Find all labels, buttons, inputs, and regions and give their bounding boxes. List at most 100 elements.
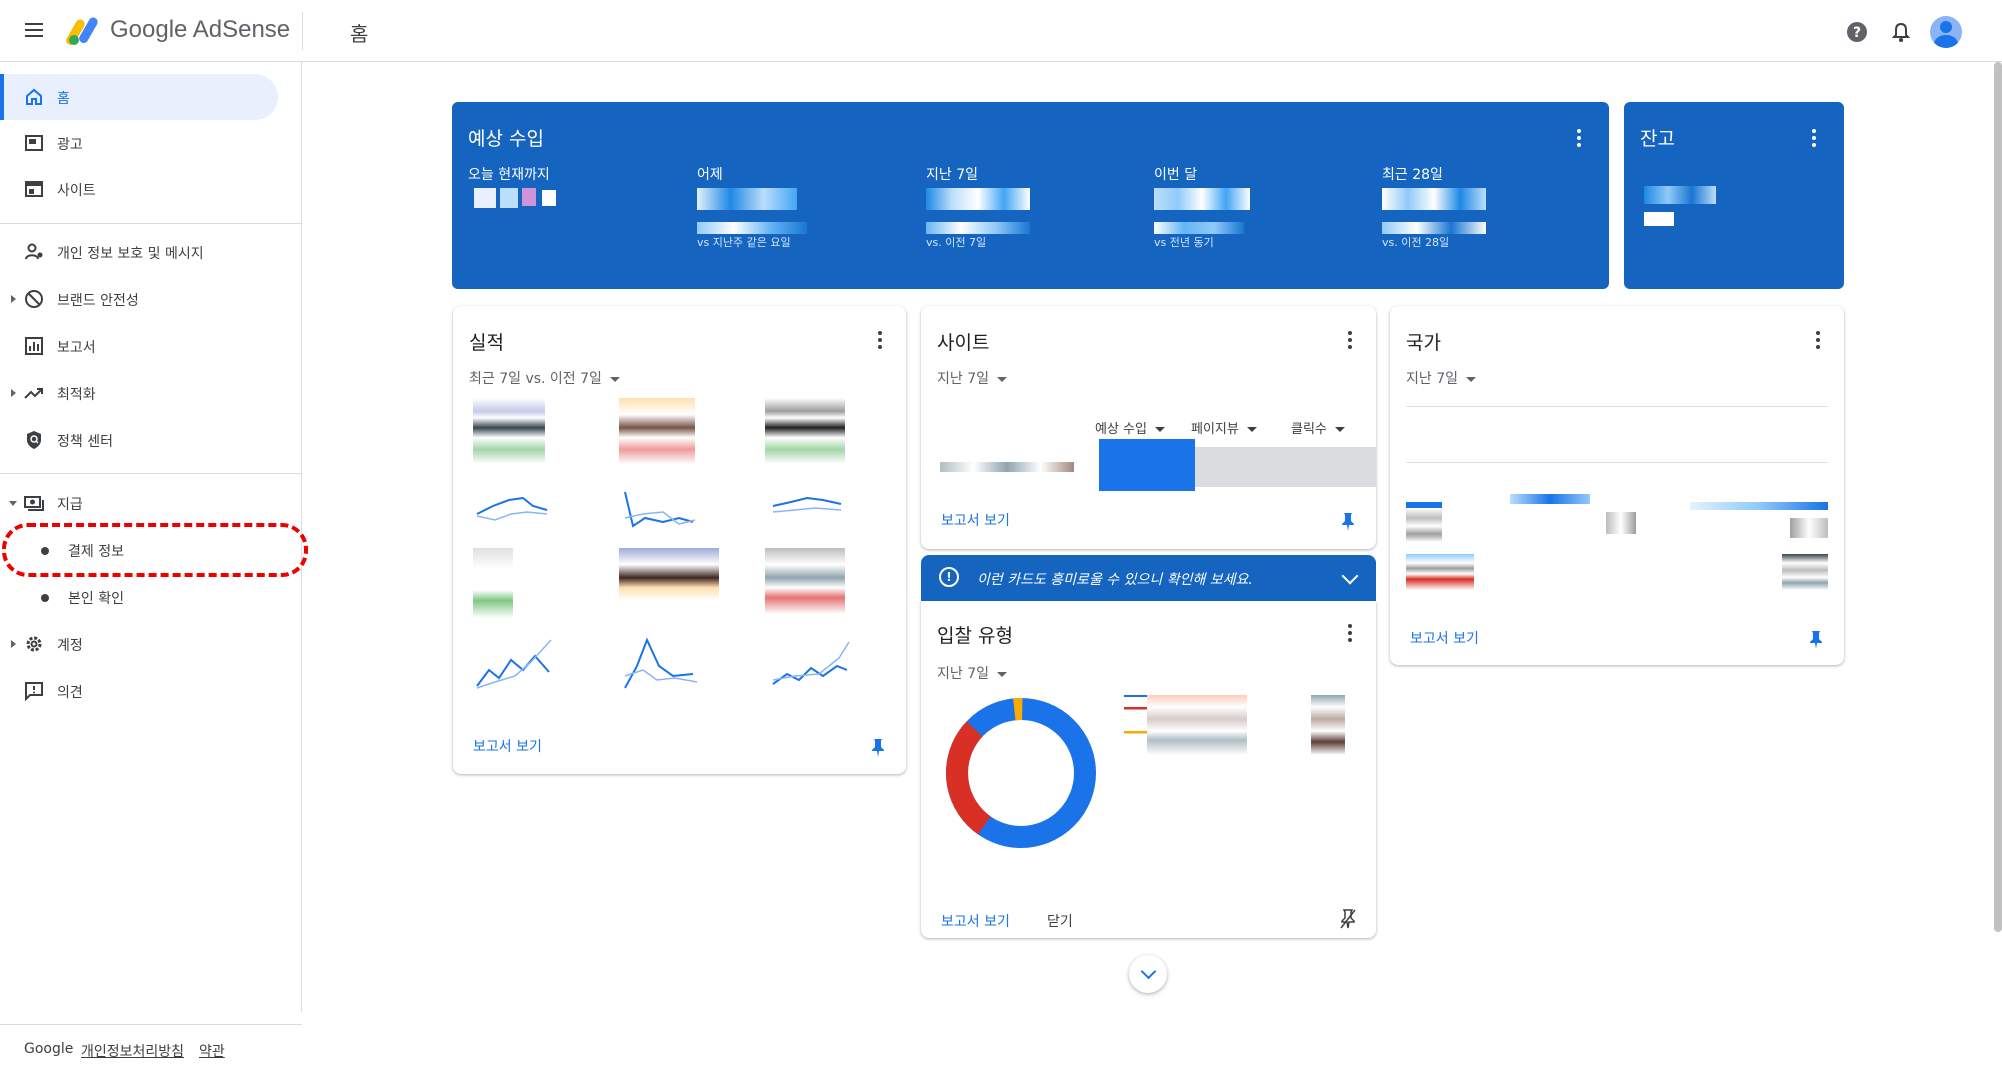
view-report-link[interactable]: 보고서 보기 [1410,628,1479,648]
metric-last-28-days[interactable]: 최근 28일 vs. 이전 28일 [1382,164,1582,249]
sidebar-item-brand-safety[interactable]: 브랜드 안전성 [0,276,278,322]
app-logo-text: Google AdSense [110,16,291,43]
scroll-down-button[interactable] [1129,955,1167,993]
view-report-link[interactable]: 보고서 보기 [473,736,542,756]
metric-label: 최근 28일 [1382,167,1443,183]
notifications-bell-icon[interactable] [1886,17,1916,47]
sidebar-item-policy-center[interactable]: 정책 센터 [0,417,278,463]
redacted-metric-tile [473,398,545,464]
more-options-icon[interactable] [1808,328,1828,352]
expand-caret-icon[interactable] [11,389,16,397]
sidebar-item-home[interactable]: 홈 [0,74,278,120]
payments-icon [24,496,44,511]
sidebar-item-payments[interactable]: 지급 [0,480,278,526]
redacted-legend [1311,695,1345,755]
column-header-earnings[interactable]: 예상 수입 [1095,418,1165,437]
redacted-value [1382,222,1486,234]
header-divider [302,12,303,50]
date-range-dropdown[interactable]: 지난 7일 [1406,368,1476,388]
more-options-icon[interactable] [1340,621,1360,645]
more-options-icon[interactable] [870,328,890,352]
metric-label: 어제 [697,167,723,183]
metric-compare-text: vs. 이전 7일 [926,236,987,249]
sidebar-item-label: 광고 [57,137,83,153]
help-icon[interactable]: ? [1842,17,1872,47]
reports-icon [25,337,43,355]
policy-shield-icon [27,431,41,449]
pin-icon[interactable] [870,738,886,758]
metric-yesterday[interactable]: 어제 vs 지난주 같은 요일 [697,164,897,249]
date-range-dropdown[interactable]: 최근 7일 vs. 이전 7일 [469,368,620,388]
redacted-metric-tile [619,548,719,614]
feedback-icon [25,682,43,701]
info-icon: ! [939,567,959,587]
redacted-value [1790,518,1828,538]
redacted-metric-tile [619,398,695,464]
metric-today[interactable]: 오늘 현재까지 [468,164,668,208]
more-options-icon[interactable] [1569,126,1589,150]
redacted-value [522,188,536,206]
sidebar-item-label: 브랜드 안전성 [57,293,139,309]
sidebar-item-feedback[interactable]: 의견 [0,668,278,714]
expand-caret-icon[interactable] [11,640,16,648]
terms-link[interactable]: 약관 [199,1044,225,1060]
pin-icon[interactable] [1808,630,1824,650]
sidebar-item-identity-verification[interactable]: 본인 확인 [0,574,278,620]
redacted-row [1782,554,1828,590]
sidebar-footer: Google 개인정보처리방침 약관 [0,1024,302,1075]
top-app-bar: Google AdSense 홈 ? [0,0,2002,62]
sidebar-item-ads[interactable]: 광고 [0,120,278,166]
redacted-value [1644,186,1716,204]
sidebar-item-label: 계정 [57,638,83,654]
redacted-metric-tile [473,548,513,618]
redacted-bar [1510,494,1590,504]
sidebar-item-reports[interactable]: 보고서 [0,323,278,369]
suggestion-banner[interactable]: ! 이런 카드도 흥미로울 수 있으니 확인해 보세요. [921,555,1376,601]
sidebar-item-sites[interactable]: 사이트 [0,166,278,212]
date-range-dropdown[interactable]: 지난 7일 [937,663,1007,683]
redacted-value [697,222,807,234]
more-options-icon[interactable] [1340,328,1360,352]
card-title: 실적 [469,332,504,354]
privacy-policy-link[interactable]: 개인정보처리방침 [81,1044,184,1060]
sidebar-item-payment-info[interactable]: 결제 정보 [0,527,278,573]
menu-icon[interactable] [22,18,46,42]
sidebar-item-label: 결제 정보 [68,544,124,560]
page-scrollbar[interactable] [1994,62,2002,932]
account-avatar[interactable] [1930,16,1962,48]
redacted-value [926,188,1030,210]
pin-icon[interactable] [1340,512,1356,532]
sidebar-item-optimization[interactable]: 최적화 [0,370,278,416]
row-divider [1406,462,1828,463]
bid-types-card: 입찰 유형 지난 7일 보고서 보기 닫기 [921,601,1376,938]
chevron-down-icon[interactable] [1341,567,1359,585]
card-title: 잔고 [1640,128,1675,150]
more-options-icon[interactable] [1804,126,1824,150]
sidebar-item-privacy-messaging[interactable]: 개인 정보 보호 및 메시지 [0,229,278,275]
sidebar-nav: 홈 광고 사이트 개인 정보 보호 및 메시지 브랜드 안전성 보고서 최적화 … [0,62,302,1060]
close-card-button[interactable]: 닫기 [1047,911,1073,931]
trending-up-icon [24,388,43,399]
collapse-caret-icon[interactable] [9,501,17,506]
column-header-clicks[interactable]: 클릭수 [1291,418,1345,437]
view-report-link[interactable]: 보고서 보기 [941,911,1010,931]
sidebar-item-label: 최적화 [57,387,96,403]
balance-card[interactable]: 잔고 [1624,102,1844,289]
sparkline-chart [772,496,842,513]
sidebar-item-label: 개인 정보 보호 및 메시지 [57,246,204,262]
expand-caret-icon[interactable] [11,295,16,303]
sidebar-item-label: 정책 센터 [57,434,113,450]
column-header-pageviews[interactable]: 페이지뷰 [1191,418,1257,437]
metric-this-month[interactable]: 이번 달 vs 전년 동기 [1154,164,1354,249]
date-range-dropdown[interactable]: 지난 7일 [937,368,1007,388]
sites-card: 사이트 지난 7일 예상 수입 페이지뷰 클릭수 보고서 보기 [921,306,1376,549]
pin-outline-icon[interactable] [1340,909,1356,929]
countries-card: 국가 지난 7일 보고서 보기 [1390,306,1844,665]
metric-last-7-days[interactable]: 지난 7일 vs. 이전 7일 [926,164,1126,249]
sidebar-item-label: 지급 [57,497,83,513]
card-title: 사이트 [937,332,990,354]
redacted-value [697,188,797,210]
sidebar-item-account[interactable]: 계정 [0,621,278,667]
view-report-link[interactable]: 보고서 보기 [941,510,1010,530]
redacted-metric-tile [765,548,845,614]
